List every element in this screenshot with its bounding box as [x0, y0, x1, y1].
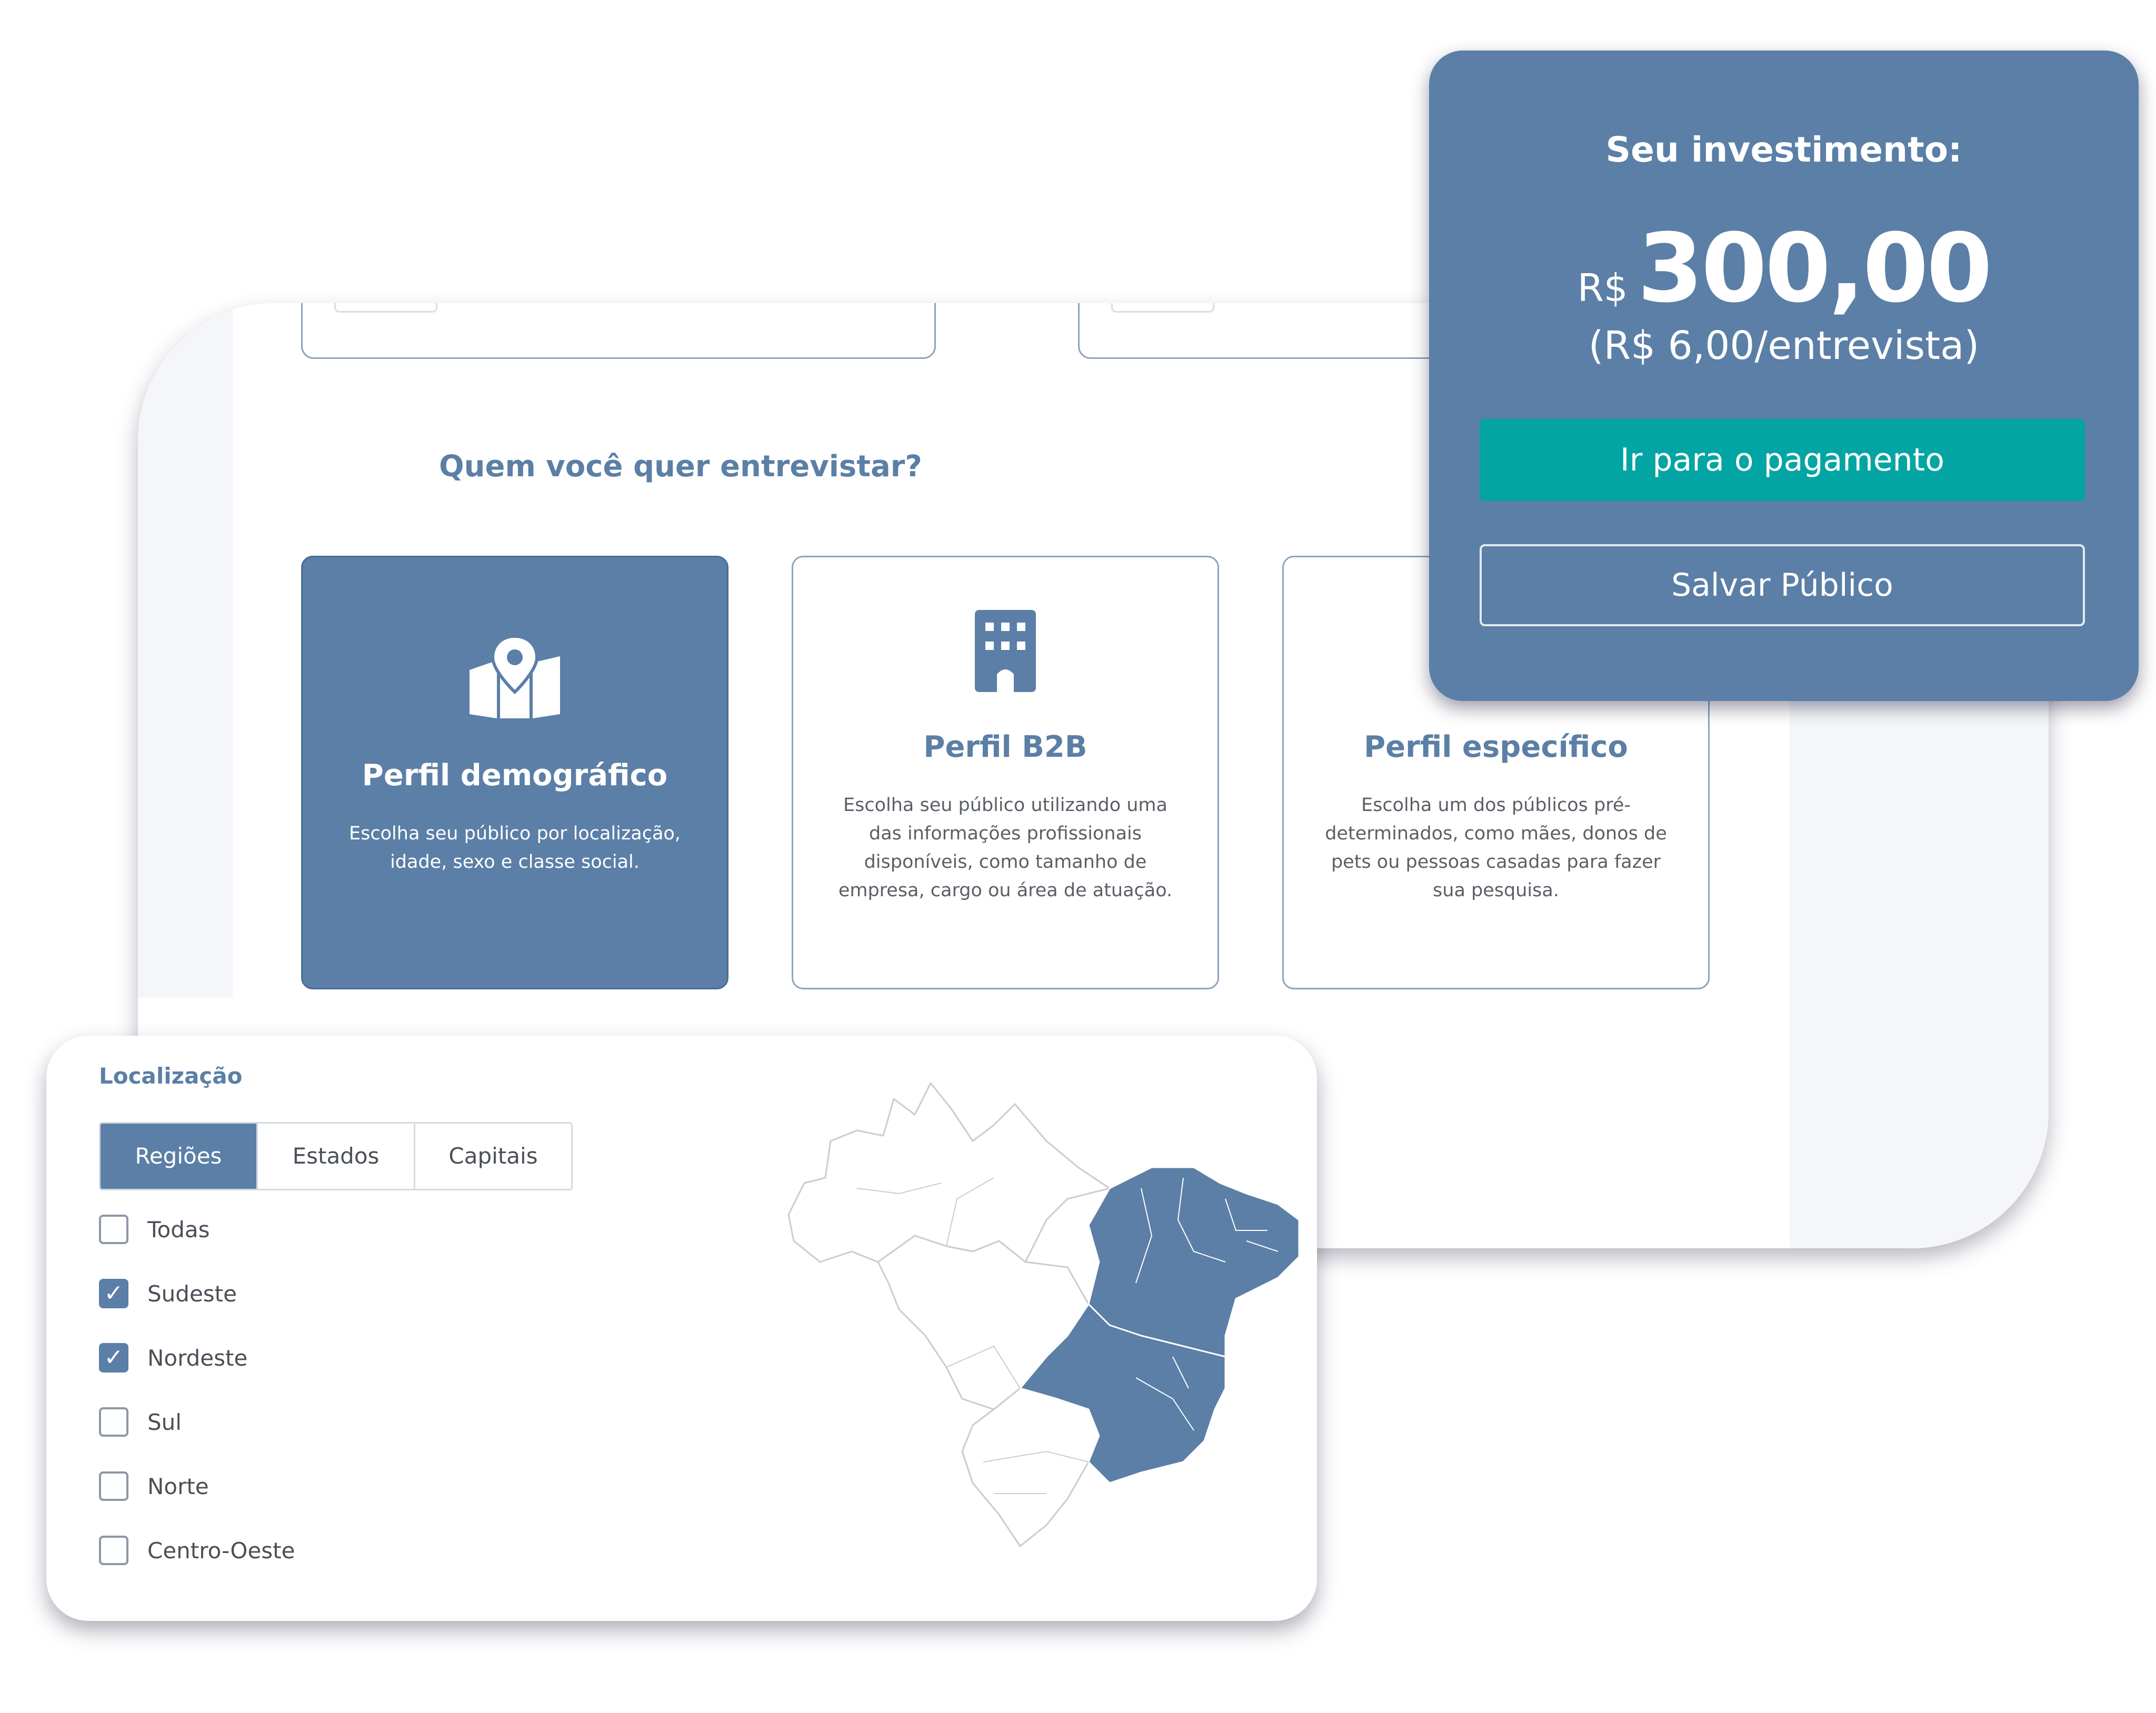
price-per-interview: (R$ 6,00/entrevista) [1588, 323, 1980, 368]
card-description: Escolha seu público por localização, ida… [349, 823, 681, 873]
brazil-region-map[interactable] [773, 1062, 1310, 1588]
save-audience-button[interactable]: Salvar Público [1480, 544, 2085, 626]
checkbox-checked[interactable]: ✓ [99, 1343, 128, 1373]
card-tab-nub [1111, 303, 1214, 313]
investment-amount: 300,00 [1637, 214, 1993, 324]
checkbox-checked[interactable]: ✓ [99, 1279, 128, 1308]
card-title: Perfil B2B [923, 730, 1087, 764]
checkbox[interactable] [99, 1471, 128, 1501]
location-type-tabs: Regiões Estados Capitais [99, 1122, 573, 1190]
tab-regioes[interactable]: Regiões [101, 1124, 256, 1189]
investment-title: Seu investimento: [1605, 129, 1962, 170]
map-pin-icon [470, 635, 560, 718]
region-option-nordeste[interactable]: ✓ Nordeste [99, 1341, 247, 1375]
card-description: Escolha seu público utilizando uma das i… [838, 795, 1173, 901]
checkbox[interactable] [99, 1536, 128, 1565]
card-description: Escolha um dos públicos pré-determinados… [1325, 795, 1667, 901]
checkbox[interactable] [99, 1215, 128, 1244]
profile-card-b2b[interactable]: Perfil B2B Escolha seu público utilizand… [792, 556, 1219, 989]
tab-estados[interactable]: Estados [256, 1124, 414, 1189]
region-label: Norte [147, 1473, 209, 1499]
left-gutter [138, 303, 233, 998]
section-title: Quem você quer entrevistar? [439, 449, 922, 484]
location-panel: Localização Regiões Estados Capitais Tod… [46, 1036, 1317, 1621]
card-tab-nub [334, 303, 437, 313]
investment-panel: Seu investimento: R$ 300,00 (R$ 6,00/entr… [1429, 51, 2139, 701]
region-label: Nordeste [147, 1345, 248, 1371]
previous-option-card-left[interactable] [301, 303, 936, 359]
region-option-todas[interactable]: Todas [99, 1213, 210, 1246]
card-title: Perfil específico [1364, 730, 1628, 764]
region-label: Sudeste [147, 1280, 237, 1307]
currency-symbol: R$ [1577, 266, 1628, 310]
region-label: Centro-Oeste [147, 1537, 295, 1564]
location-title: Localização [99, 1063, 243, 1089]
tab-capitais[interactable]: Capitais [414, 1124, 571, 1189]
checkbox[interactable] [99, 1407, 128, 1437]
profile-card-demographic[interactable]: Perfil demográfico Escolha seu público p… [301, 556, 728, 989]
region-option-sul[interactable]: Sul [99, 1405, 182, 1439]
map-region-sul[interactable] [961, 1387, 1100, 1547]
building-icon [975, 610, 1036, 692]
region-label: Sul [147, 1409, 182, 1435]
region-label: Todas [147, 1216, 210, 1243]
investment-price: R$ 300,00 [1429, 214, 2139, 324]
region-option-norte[interactable]: Norte [99, 1469, 209, 1503]
region-option-centro-oeste[interactable]: Centro-Oeste [99, 1534, 295, 1567]
go-to-payment-button[interactable]: Ir para o pagamento [1480, 419, 2085, 501]
region-option-sudeste[interactable]: ✓ Sudeste [99, 1277, 237, 1310]
card-title: Perfil demográfico [362, 758, 668, 793]
